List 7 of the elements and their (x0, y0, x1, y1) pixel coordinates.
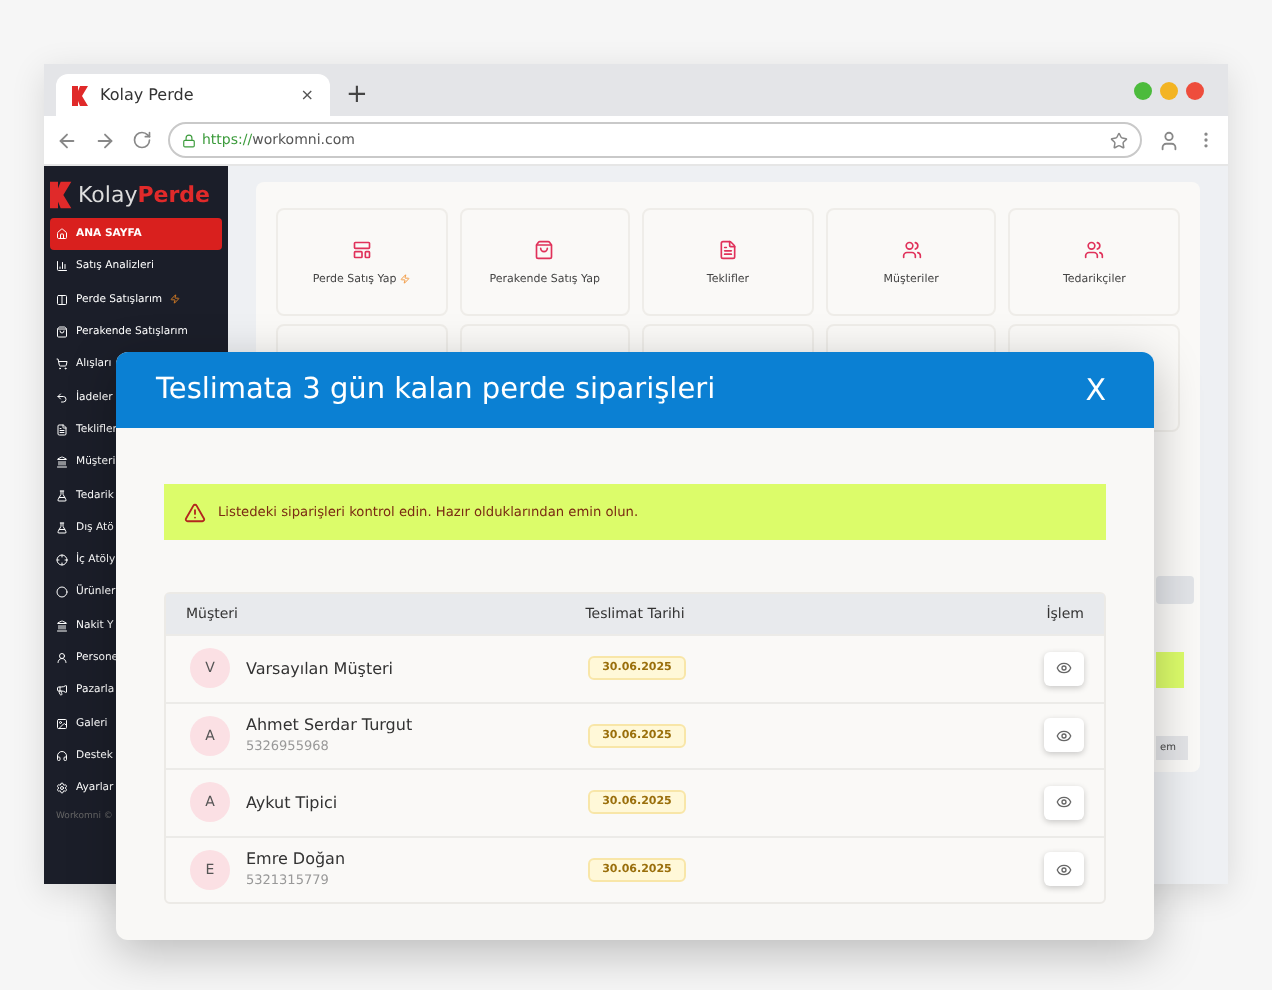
tab-title: Kolay Perde (100, 86, 196, 104)
customer-name: Aykut Tipici (246, 793, 338, 812)
logo-text: KolayPerde (78, 181, 210, 207)
customer-name: Varsayılan Müşteri (246, 659, 394, 678)
customer-name: Emre Doğan (246, 850, 346, 869)
customer-name: Ahmet Serdar Turgut (246, 716, 413, 735)
modal-title: Teslimata 3 gün kalan perde siparişleri (156, 374, 716, 406)
